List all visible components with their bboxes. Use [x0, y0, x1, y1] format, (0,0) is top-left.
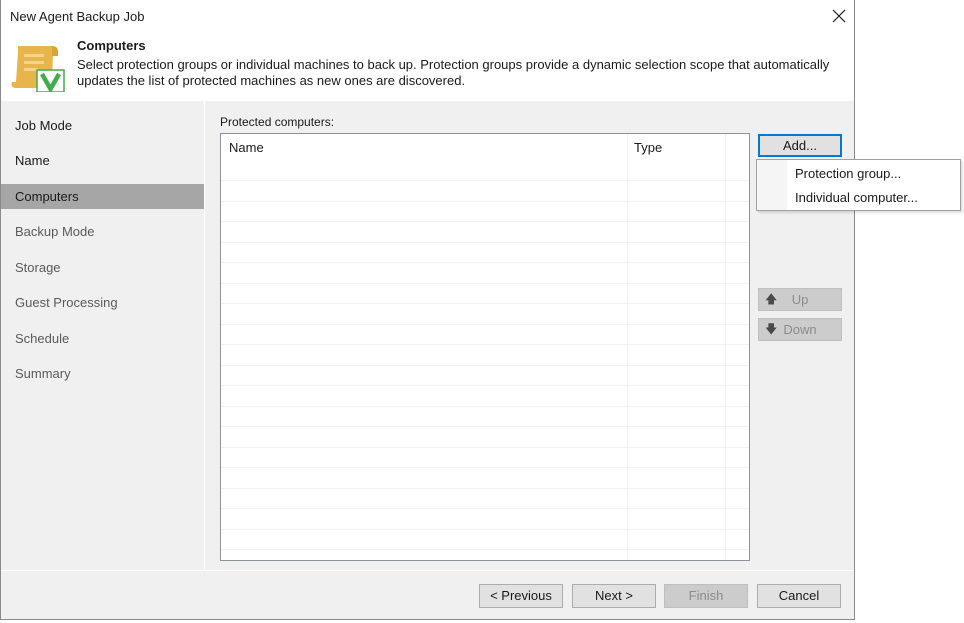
previous-button[interactable]: < Previous — [479, 584, 563, 608]
add-dropdown-menu: Protection group... Individual computer.… — [756, 159, 961, 211]
protected-computers-label: Protected computers: — [220, 115, 335, 129]
step-header: Computers Select protection groups or in… — [1, 33, 854, 101]
empty-row-separator — [221, 283, 749, 284]
add-button[interactable]: Add... — [758, 134, 842, 157]
empty-row-separator — [221, 508, 749, 509]
cancel-button[interactable]: Cancel — [757, 584, 841, 608]
column-header-name[interactable]: Name — [229, 140, 264, 155]
step-description: Select protection groups or individual m… — [77, 57, 830, 88]
column-header-type[interactable]: Type — [634, 140, 662, 155]
step-backup-mode[interactable]: Backup Mode — [1, 219, 204, 244]
close-button[interactable] — [823, 2, 855, 30]
empty-row-separator — [221, 303, 749, 304]
scroll-with-checkmark-icon — [11, 46, 65, 92]
empty-row-separator — [221, 201, 749, 202]
column-divider[interactable] — [627, 134, 628, 560]
empty-row-separator — [221, 385, 749, 386]
empty-row-separator — [221, 344, 749, 345]
step-storage[interactable]: Storage — [1, 255, 204, 280]
step-schedule[interactable]: Schedule — [1, 326, 204, 351]
empty-row-separator — [221, 221, 749, 222]
title-bar: New Agent Backup Job — [1, 0, 854, 33]
new-agent-backup-job-dialog: New Agent Backup Job Computers Select pr… — [0, 0, 855, 620]
step-title: Computers — [77, 38, 146, 53]
empty-row-separator — [221, 488, 749, 489]
empty-row-separator — [221, 467, 749, 468]
arrow-down-icon: 🡇 — [765, 322, 778, 336]
empty-row-separator — [221, 242, 749, 243]
next-button[interactable]: Next > — [572, 584, 656, 608]
protected-computers-list[interactable]: Name Type — [220, 133, 750, 561]
empty-row-separator — [221, 324, 749, 325]
menu-item-individual-computer[interactable]: Individual computer... — [758, 186, 960, 209]
empty-row-separator — [221, 549, 749, 550]
wizard-footer: < Previous Next > Finish Cancel — [1, 570, 854, 621]
step-name[interactable]: Name — [1, 148, 204, 173]
finish-button[interactable]: Finish — [664, 584, 748, 608]
list-header: Name Type — [221, 134, 749, 160]
empty-row-separator — [221, 180, 749, 181]
move-down-button[interactable]: 🡇 Down — [758, 318, 842, 341]
step-job-mode[interactable]: Job Mode — [1, 113, 204, 138]
empty-row-separator — [221, 426, 749, 427]
step-guest-processing[interactable]: Guest Processing — [1, 290, 204, 315]
wizard-steps-sidebar: Job Mode Name Computers Backup Mode Stor… — [1, 101, 205, 570]
empty-row-separator — [221, 447, 749, 448]
step-computers[interactable]: Computers — [1, 184, 204, 209]
empty-row-separator — [221, 406, 749, 407]
move-up-label: Up — [791, 292, 809, 307]
window-title: New Agent Backup Job — [10, 9, 145, 24]
column-divider[interactable] — [725, 134, 726, 560]
menu-item-protection-group[interactable]: Protection group... — [758, 162, 960, 185]
arrow-up-icon: 🡅 — [765, 292, 778, 306]
move-up-button[interactable]: 🡅 Up — [758, 288, 842, 311]
empty-row-separator — [221, 262, 749, 263]
move-down-label: Down — [783, 322, 817, 337]
close-icon — [832, 9, 846, 23]
step-summary[interactable]: Summary — [1, 361, 204, 386]
empty-row-separator — [221, 365, 749, 366]
empty-row-separator — [221, 529, 749, 530]
